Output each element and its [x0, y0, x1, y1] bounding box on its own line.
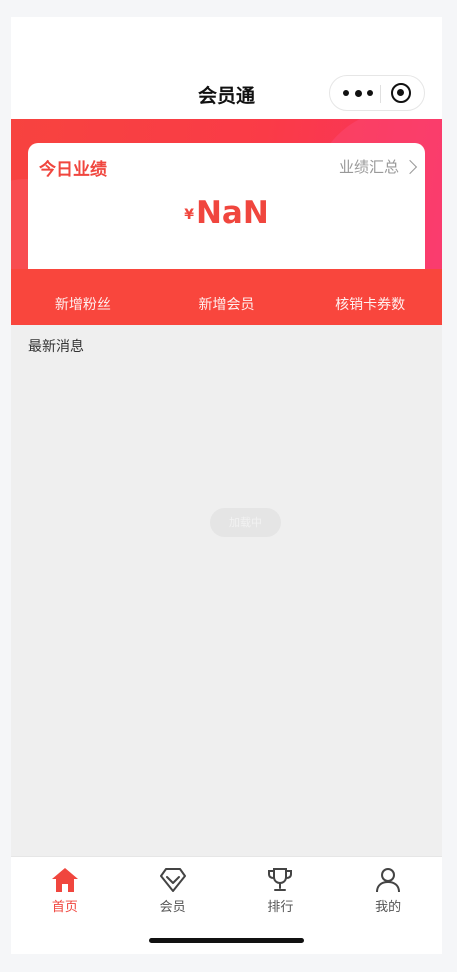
trophy-icon: [227, 865, 335, 895]
tab-mine[interactable]: 我的: [334, 865, 442, 915]
latest-news-title: 最新消息: [28, 339, 84, 355]
app-screen: 会员通 今日业绩 业绩汇总 ¥NaN 新增粉丝 新增会员 核销卡券数 最新消息: [11, 17, 442, 954]
navigation-bar: 会员通: [11, 17, 442, 119]
capsule-divider: [380, 85, 381, 103]
today-amount: ¥NaN: [28, 195, 425, 231]
currency-symbol: ¥: [184, 207, 194, 223]
stat-redeemed-coupons[interactable]: 核销卡券数: [298, 294, 442, 314]
tab-label: 会员: [159, 900, 186, 915]
more-icon[interactable]: [343, 86, 373, 100]
chevron-right-icon: [402, 159, 418, 174]
tab-members[interactable]: 会员: [119, 865, 227, 915]
tab-home[interactable]: 首页: [11, 865, 119, 915]
today-performance-card: 今日业绩 业绩汇总 ¥NaN: [28, 143, 425, 269]
summary-link-label: 业绩汇总: [338, 158, 399, 176]
stats-row: 新增粉丝 新增会员 核销卡券数: [11, 294, 442, 314]
performance-summary-link[interactable]: 业绩汇总: [338, 156, 418, 177]
tab-bar: 首页 会员 排行 我的: [11, 856, 442, 954]
card-title: 今日业绩: [39, 160, 107, 180]
home-indicator: [149, 938, 304, 943]
mini-program-capsule: [329, 75, 425, 111]
amount-value: NaN: [195, 195, 269, 231]
loading-indicator: 加载中: [210, 508, 281, 537]
home-icon: [11, 865, 119, 895]
close-target-icon[interactable]: [391, 83, 411, 103]
stat-new-members[interactable]: 新增会员: [155, 294, 299, 314]
tab-label: 排行: [267, 900, 294, 915]
tab-label: 首页: [51, 900, 78, 915]
tab-label: 我的: [375, 900, 402, 915]
performance-banner: 今日业绩 业绩汇总 ¥NaN 新增粉丝 新增会员 核销卡券数: [11, 119, 442, 325]
stat-new-fans[interactable]: 新增粉丝: [11, 294, 155, 314]
diamond-icon: [119, 865, 227, 895]
user-icon: [334, 865, 442, 895]
tab-ranking[interactable]: 排行: [227, 865, 335, 915]
